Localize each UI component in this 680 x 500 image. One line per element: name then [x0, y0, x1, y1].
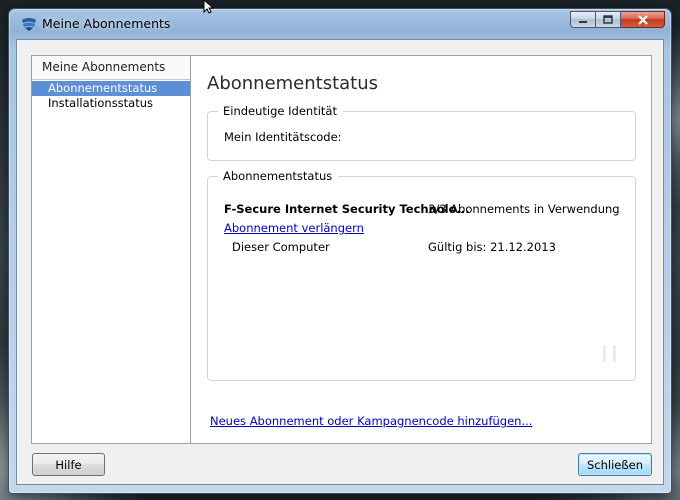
- pause-mark-right: [613, 345, 616, 362]
- mouse-pointer-icon: [203, 0, 215, 14]
- renew-subscription-link[interactable]: Abonnement verlängern: [224, 221, 364, 235]
- identity-code-label: Mein Identitätscode:: [224, 130, 342, 144]
- add-subscription-link[interactable]: Neues Abonnement oder Kampagnencode hinz…: [210, 414, 532, 428]
- subscription-status-groupbox: Abonnementstatus F-Secure Internet Secur…: [207, 169, 636, 381]
- subscription-usage: 3/3 Abonnements in Verwendung: [428, 202, 620, 216]
- status-legend: Abonnementstatus: [218, 169, 339, 183]
- content-area: Abonnementstatus Eindeutige Identität Me…: [191, 56, 651, 443]
- pause-mark-left: [603, 345, 606, 362]
- window-title: Meine Abonnements: [42, 16, 171, 31]
- window-client-area: Meine Abonnements Abonnementstatus Insta…: [16, 39, 664, 485]
- close-button[interactable]: Schließen: [578, 453, 652, 476]
- sidebar-header: Meine Abonnements: [32, 56, 190, 80]
- sidebar-item-installationsstatus[interactable]: Installationsstatus: [32, 96, 190, 111]
- main-panel: Meine Abonnements Abonnementstatus Insta…: [31, 55, 652, 444]
- minimize-icon: [579, 20, 587, 23]
- minimize-button[interactable]: [570, 11, 596, 28]
- page-title: Abonnementstatus: [207, 73, 379, 94]
- close-icon: [637, 14, 648, 25]
- this-computer-label: Dieser Computer: [232, 240, 330, 254]
- subscriptions-window: Meine Abonnements Meine Abonnements Abon…: [8, 8, 672, 494]
- identity-groupbox: Eindeutige Identität Mein Identitätscode…: [207, 104, 636, 161]
- maximize-button[interactable]: [596, 11, 621, 28]
- identity-legend: Eindeutige Identität: [218, 104, 343, 118]
- sidebar-item-abonnementstatus[interactable]: Abonnementstatus: [32, 81, 190, 96]
- sidebar-header-label: Meine Abonnements: [42, 60, 166, 74]
- title-bar[interactable]: Meine Abonnements: [9, 9, 671, 39]
- sidebar: Meine Abonnements Abonnementstatus Insta…: [32, 56, 191, 443]
- f-secure-shield-icon: [22, 18, 36, 31]
- valid-until-label: Gültig bis: 21.12.2013: [428, 240, 556, 254]
- maximize-icon: [603, 15, 613, 24]
- caption-buttons: [570, 11, 665, 29]
- help-button[interactable]: Hilfe: [32, 453, 105, 476]
- close-window-button[interactable]: [621, 11, 665, 28]
